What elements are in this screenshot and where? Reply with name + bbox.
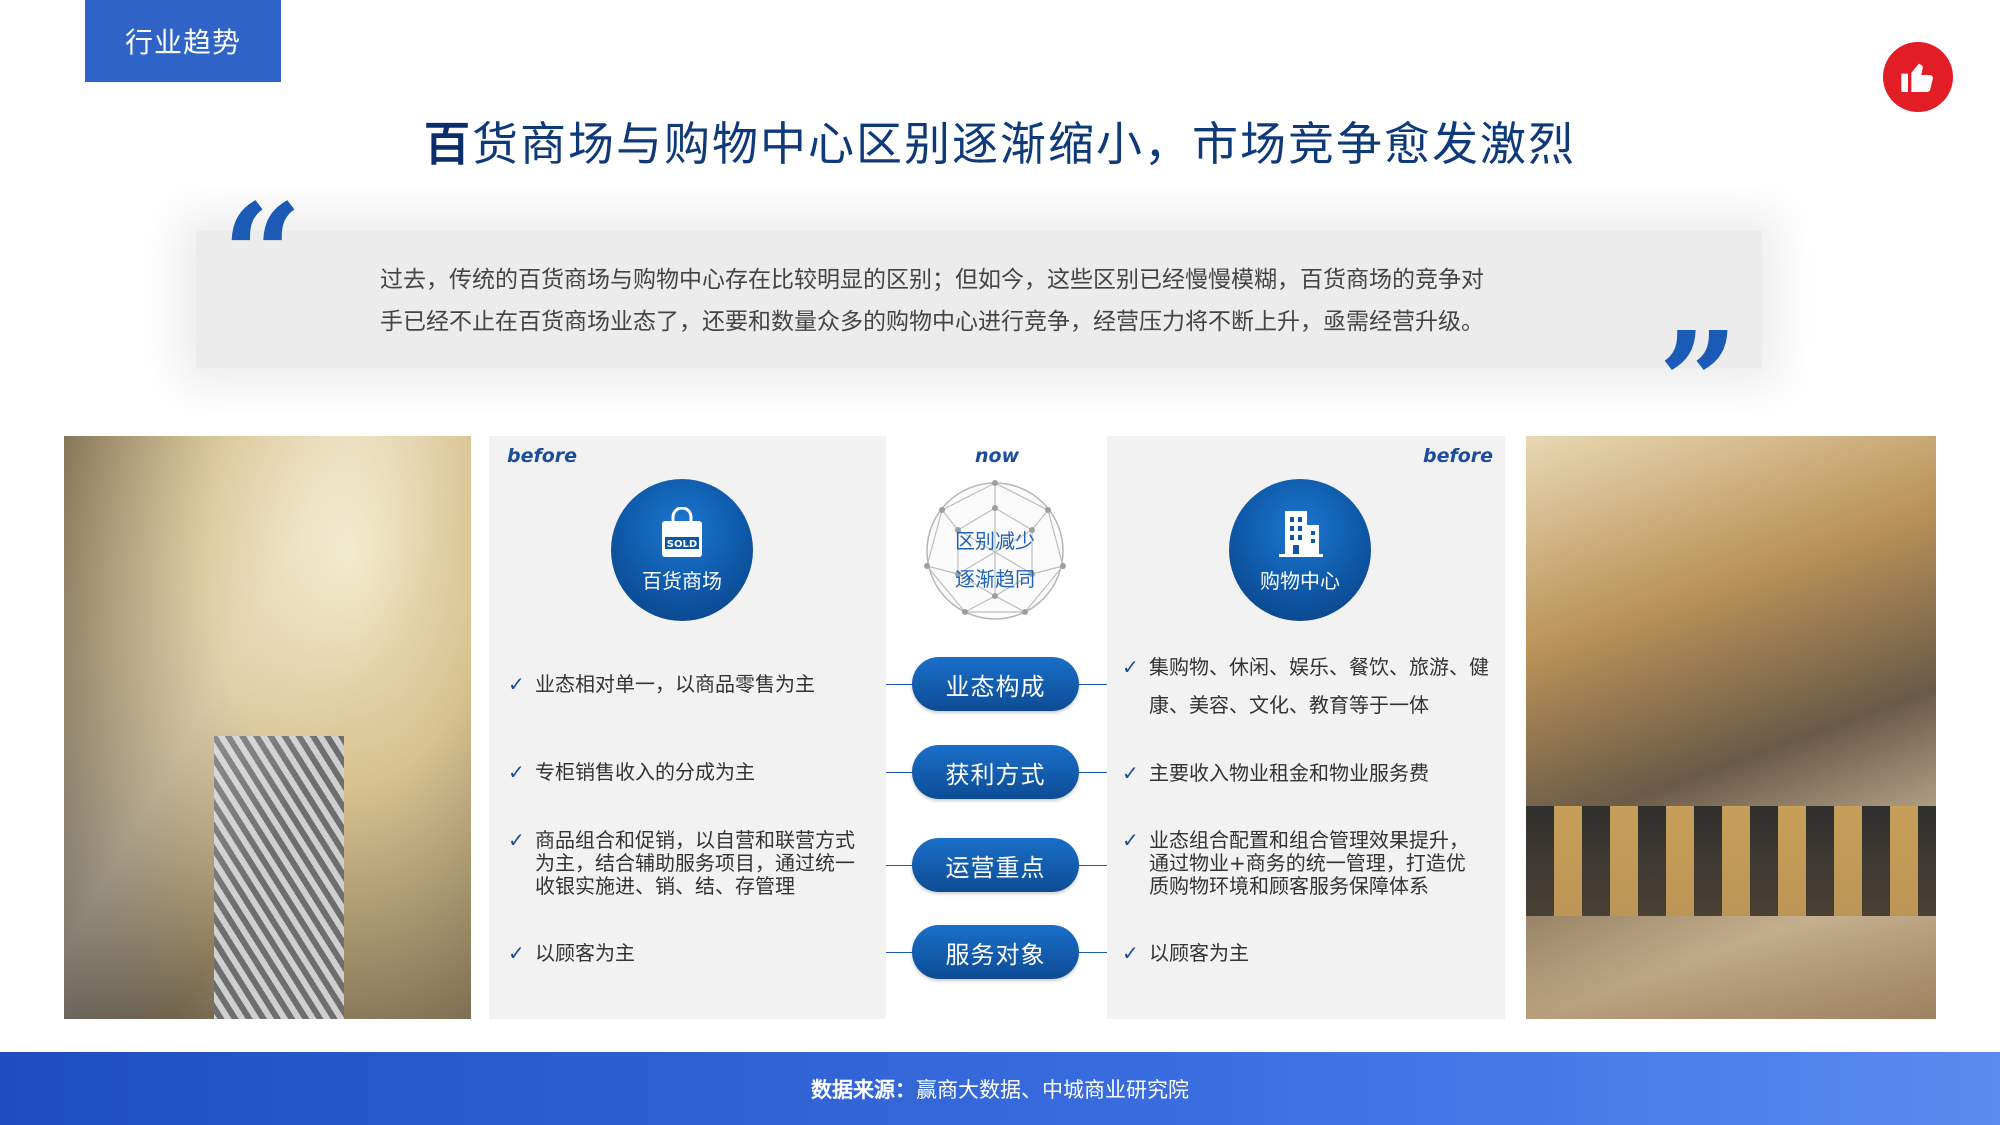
connector-line <box>886 865 912 866</box>
shopping-center-photo <box>1526 436 1936 1019</box>
check-icon: ✓ <box>1122 828 1139 852</box>
shopping-center-label: 购物中心 <box>1260 568 1340 593</box>
shopping-bag-icon: SOLD <box>662 506 702 557</box>
department-store-circle: SOLD 百货商场 <box>611 479 753 621</box>
mall-escalator-photo <box>64 436 471 1019</box>
check-icon: ✓ <box>508 828 525 852</box>
check-icon: ✓ <box>1122 761 1139 785</box>
right-item-text: 主要收入物业租金和物业服务费 <box>1149 761 1429 785</box>
network-label-1: 区别减少 <box>955 529 1035 553</box>
left-item-text: 商品组合和促销，以自营和联营方式为主，结合辅助服务项目，通过统一收银实施进、销、… <box>535 828 855 898</box>
check-icon: ✓ <box>508 760 525 784</box>
title-rest: 货商场与购物中心区别逐渐缩小，市场竞争愈发激烈 <box>472 117 1576 171</box>
right-era-label: before <box>1423 445 1494 467</box>
section-tag: 行业趋势 <box>85 0 281 82</box>
check-icon: ✓ <box>508 941 525 965</box>
pill-operation-focus: 运营重点 <box>912 838 1079 892</box>
title-lead: 百 <box>424 117 472 171</box>
check-icon: ✓ <box>1122 655 1139 679</box>
pill-profit-method: 获利方式 <box>912 745 1079 799</box>
center-era-label: now <box>975 445 1020 467</box>
check-icon: ✓ <box>1122 941 1139 965</box>
left-item-text: 业态相对单一，以商品零售为主 <box>535 672 815 696</box>
quote-line-2: 手已经不止在百货商场业态了，还要和数量众多的购物中心进行竞争，经营压力将不断上升… <box>380 309 1484 335</box>
building-icon <box>1279 510 1323 557</box>
connector-line <box>886 952 912 953</box>
quote-text: 过去，传统的百货商场与购物中心存在比较明显的区别；但如今，这些区别已经慢慢模糊，… <box>380 259 1600 343</box>
pill-service-target: 服务对象 <box>912 925 1079 979</box>
connector-line <box>886 684 912 685</box>
left-era-label: before <box>507 445 578 467</box>
pill-business-format: 业态构成 <box>912 657 1079 711</box>
shopping-center-circle: 购物中心 <box>1229 479 1371 621</box>
thumbs-up-icon <box>1883 42 1953 112</box>
connector-line <box>1079 952 1107 953</box>
open-quote-icon: “ <box>222 174 303 338</box>
check-icon: ✓ <box>508 672 525 696</box>
connector-line <box>886 772 912 773</box>
connector-line <box>1079 684 1107 685</box>
page-title: 百货商场与购物中心区别逐渐缩小，市场竞争愈发激烈 <box>0 108 2000 174</box>
footer-source-label: 数据来源： <box>811 1077 916 1102</box>
svg-text:SOLD: SOLD <box>667 539 697 550</box>
close-quote-icon: ” <box>1658 302 1739 466</box>
right-item-text: 以顾客为主 <box>1149 941 1249 965</box>
footer-source-text: 赢商大数据、中城商业研究院 <box>916 1077 1189 1102</box>
right-item-text: 集购物、休闲、娱乐、餐饮、旅游、健康、美容、文化、教育等于一体 <box>1149 655 1489 717</box>
quote-line-1: 过去，传统的百货商场与购物中心存在比较明显的区别；但如今，这些区别已经慢慢模糊，… <box>380 267 1484 293</box>
right-item-text: 业态组合配置和组合管理效果提升，通过物业+商务的统一管理，打造优质购物环境和顾客… <box>1149 828 1469 898</box>
left-item-text: 专柜销售收入的分成为主 <box>535 760 755 784</box>
connector-line <box>1079 772 1107 773</box>
department-store-label: 百货商场 <box>642 568 722 593</box>
left-item-text: 以顾客为主 <box>535 941 635 965</box>
network-label-2: 逐渐趋同 <box>955 567 1035 591</box>
connector-line <box>1079 865 1107 866</box>
footer-source: 数据来源： 赢商大数据、中城商业研究院 <box>0 1052 2000 1125</box>
